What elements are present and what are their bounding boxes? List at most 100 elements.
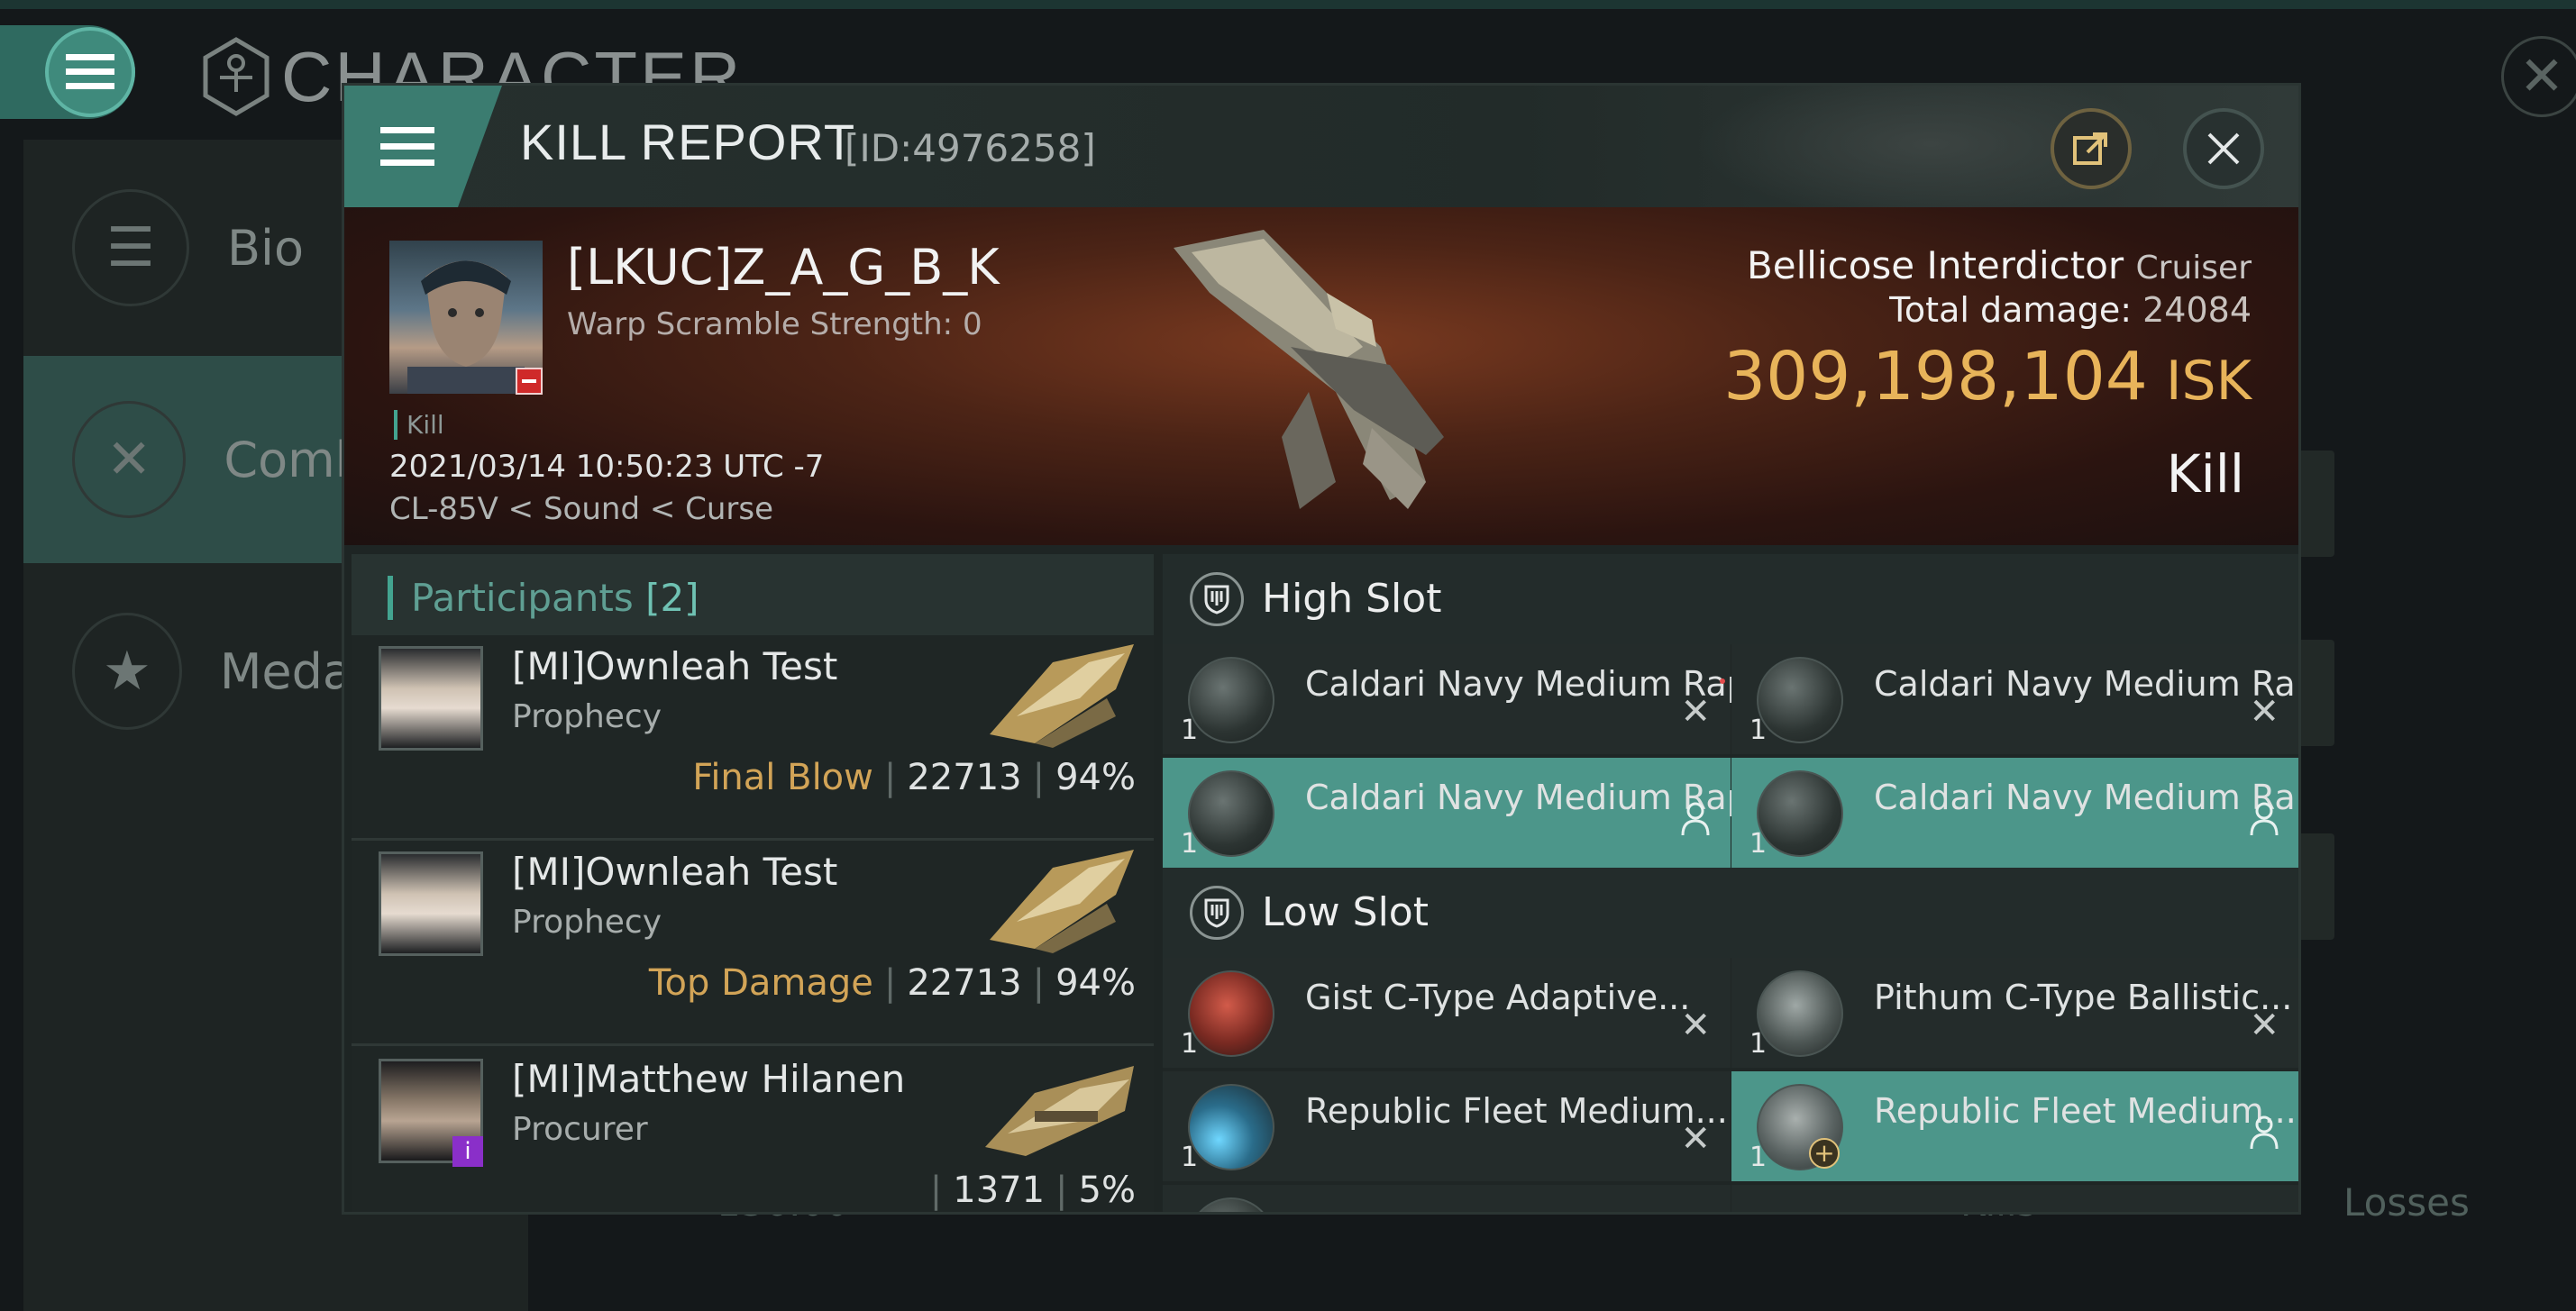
low-slot-module[interactable]: 1 Pithum C-Type Ballistic... ✕ [1731, 958, 2298, 1068]
fitting-panel[interactable]: High Slot 1 Caldari Navy Medium Rapid ..… [1163, 554, 2298, 1212]
ballistic-control-icon [1757, 970, 1843, 1057]
kill-location[interactable]: CL-85V < Sound < Curse [389, 491, 773, 527]
close-icon: ✕ [1680, 1118, 1711, 1160]
participant-name: [MI]Matthew Hilanen [512, 1057, 906, 1101]
hostile-badge [516, 368, 543, 395]
module-name: Caldari Navy Medium Rapid ... [1874, 664, 2298, 704]
low-slot-module[interactable]: 1 Gist C-Type Adaptive... ✕ [1163, 958, 1731, 1068]
person-icon [2250, 1115, 2279, 1150]
participants-count: [2] [645, 576, 699, 620]
high-slot-header: High Slot [1163, 554, 2298, 644]
main-menu-button[interactable] [45, 27, 135, 117]
participant-row[interactable]: i [MI]Matthew Hilanen Procurer | 1371 | 5% [352, 1048, 1154, 1212]
participant-ship-image [990, 850, 1134, 953]
high-slot-module[interactable]: 1 Caldari Navy Medium Rapid ... [1731, 758, 2298, 868]
low-slot-module[interactable]: 1 Republic Fleet Medium... ✕ [1163, 1071, 1731, 1181]
total-damage-label: Total damage: [1889, 290, 2133, 330]
module-icon [1188, 1197, 1274, 1212]
report-menu-button[interactable] [344, 86, 502, 207]
participant-ship: Prophecy [512, 904, 662, 941]
participant-name: [MI]Ownleah Test [512, 644, 838, 688]
module-name: Pithum C-Type Ballistic... [1874, 978, 2293, 1017]
participant-ship: Prophecy [512, 698, 662, 735]
module-quantity: 1 [1749, 1142, 1768, 1173]
participants-title: Participants [411, 576, 634, 620]
high-slot-label: High Slot [1262, 576, 1442, 622]
close-icon [2207, 132, 2240, 165]
module-quantity: 1 [1749, 1028, 1768, 1060]
status-dot [1720, 678, 1725, 684]
menu-icon [66, 54, 114, 89]
module-quantity: 1 [1181, 828, 1199, 860]
high-slot-module[interactable]: 1 Caldari Navy Medium Rapid ... [1163, 758, 1823, 868]
participant-percent: 94% [1055, 962, 1136, 1004]
report-title: KILL REPORT [520, 114, 856, 170]
ship-name-text: Bellicose Interdictor [1746, 243, 2124, 287]
info-badge: i [452, 1136, 483, 1167]
crossed-swords-icon: ✕ [72, 401, 187, 518]
victim-ship-name[interactable]: Bellicose Interdictor Cruiser [1747, 243, 2252, 287]
high-slot-module[interactable]: 1 Caldari Navy Medium Rapid ... ✕ [1163, 644, 1823, 754]
module-quantity: 1 [1181, 1028, 1199, 1060]
low-slot-header: Low Slot [1163, 868, 2298, 958]
participant-damage: 22713 [907, 757, 1022, 798]
share-icon [2073, 132, 2107, 165]
menu-icon [380, 126, 434, 166]
close-icon: ✕ [2249, 1005, 2279, 1046]
module-name: Caldari Navy Medium Rapid ... [1874, 778, 2298, 817]
repairer-icon [1188, 1084, 1274, 1170]
star-icon: ★ [72, 613, 182, 730]
participant-row[interactable]: [MI]Ownleah Test Prophecy Top Damage | 227… [352, 841, 1154, 1046]
participant-tag: Top Damage [648, 962, 873, 1004]
turret-icon [1188, 770, 1274, 857]
module-name: Republic Fleet Medium... [1305, 1091, 1728, 1131]
sidebar-item-bio[interactable]: ☰ Bio [23, 144, 366, 351]
participant-stats: | 1371 | 5% [929, 1170, 1136, 1211]
close-icon: ✕ [1680, 1005, 1711, 1046]
person-icon [2250, 802, 2279, 836]
module-quantity: 1 [1749, 828, 1768, 860]
module-name: Republic Fleet Medium... [1874, 1091, 2297, 1131]
module-quantity: 1 [1181, 715, 1199, 746]
participant-avatar [379, 851, 483, 956]
isk-value: 309,198,104 ISK [1723, 338, 2252, 415]
plus-icon: + [1809, 1138, 1840, 1169]
kill-report-modal: KILL REPORT [ID:4976258] [LKUC]Z_A_G_B_K… [344, 86, 2298, 1212]
close-button[interactable] [2183, 108, 2264, 189]
shield-slot-icon [1190, 572, 1244, 626]
victim-ship-image[interactable] [1156, 212, 1480, 545]
participant-stats: Final Blow | 22713 | 94% [692, 757, 1136, 798]
sidebar-item-combat[interactable]: ✕ Comb [23, 356, 366, 563]
sidebar-item-medals[interactable]: ★ Medal [23, 568, 366, 775]
low-slot-label: Low Slot [1262, 889, 1429, 935]
participant-damage: 22713 [907, 962, 1022, 1004]
shield-slot-icon [1190, 886, 1244, 940]
participant-percent: 5% [1078, 1170, 1136, 1211]
participants-panel[interactable]: Participants [2] [MI]Ownleah Test Prophe… [352, 554, 1154, 1212]
result-label: Kill [2166, 443, 2244, 505]
low-slot-module[interactable]: + 1 Republic Fleet Medium... [1731, 1071, 2298, 1181]
participant-row[interactable]: [MI]Ownleah Test Prophecy Final Blow | 227… [352, 635, 1154, 841]
warp-scramble-strength: Warp Scramble Strength: 0 [567, 306, 982, 342]
kill-datetime: 2021/03/14 10:50:23 UTC -7 [389, 449, 825, 485]
armor-hardener-icon [1188, 970, 1274, 1057]
low-slot-module[interactable] [1731, 1185, 2298, 1212]
high-slot-module[interactable]: 1 Caldari Navy Medium Rapid ... ✕ [1731, 644, 2298, 754]
participant-ship-image [985, 1066, 1134, 1156]
victim-name[interactable]: [LKUC]Z_A_G_B_K [567, 239, 1000, 296]
modal-header: KILL REPORT [ID:4976258] [344, 86, 2298, 221]
character-close-button[interactable]: ✕ [2501, 36, 2576, 117]
turret-icon [1757, 770, 1843, 857]
turret-icon [1188, 657, 1274, 743]
module-quantity: 1 [1181, 1142, 1199, 1173]
participant-stats: Top Damage | 22713 | 94% [648, 962, 1136, 1004]
participant-percent: 94% [1055, 757, 1136, 798]
victim-banner: [LKUC]Z_A_G_B_K Warp Scramble Strength: … [344, 207, 2298, 545]
share-button[interactable] [2051, 108, 2132, 189]
kill-type-tag: Kill [394, 410, 444, 440]
participant-name: [MI]Ownleah Test [512, 850, 838, 894]
module-quantity: 1 [1749, 715, 1768, 746]
participants-label: Participants [2] [388, 576, 699, 620]
close-icon: ✕ [2518, 45, 2565, 108]
low-slot-module[interactable] [1163, 1185, 1731, 1212]
